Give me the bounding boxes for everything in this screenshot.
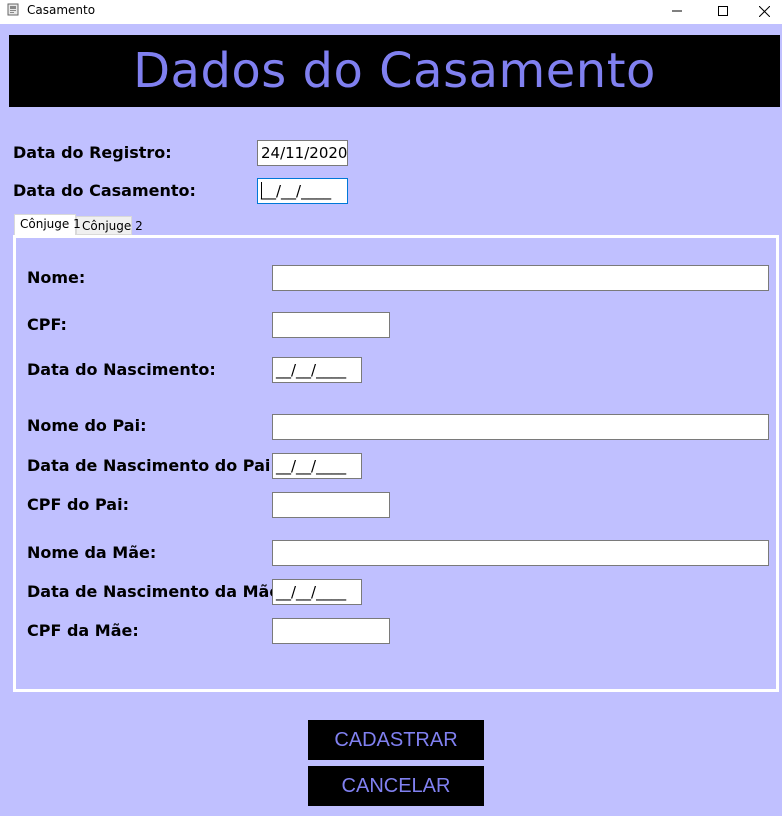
cpf-mae-label: CPF da Mãe: <box>27 621 139 640</box>
maximize-icon <box>718 6 728 16</box>
nome-pai-field[interactable] <box>272 414 769 440</box>
cpf-field[interactable] <box>272 312 390 338</box>
close-icon <box>758 5 770 17</box>
nome-mae-label: Nome da Mãe: <box>27 543 157 562</box>
nascimento-mae-label: Data de Nascimento da Mãe: <box>27 582 287 601</box>
cancelar-button[interactable]: CANCELAR <box>308 766 484 806</box>
maximize-button[interactable] <box>700 0 746 22</box>
data-casamento-field[interactable]: __/__/____ <box>257 178 348 204</box>
data-registro-label: Data do Registro: <box>13 143 172 162</box>
window-title: Casamento <box>27 3 96 17</box>
nascimento-field[interactable]: __/__/____ <box>272 357 362 383</box>
cpf-mae-field[interactable] <box>272 618 390 644</box>
cpf-pai-label: CPF do Pai: <box>27 495 129 514</box>
minimize-icon <box>672 10 682 12</box>
close-button[interactable] <box>746 0 782 22</box>
tab-conjuge-1[interactable]: Cônjuge 1 <box>14 214 81 235</box>
cpf-pai-field[interactable] <box>272 492 390 518</box>
nome-mae-field[interactable] <box>272 540 769 566</box>
data-casamento-mask: __/__/____ <box>261 182 332 200</box>
nome-pai-label: Nome do Pai: <box>27 416 147 435</box>
window-titlebar: Casamento <box>0 0 782 24</box>
nascimento-pai-field[interactable]: __/__/____ <box>272 453 362 479</box>
nascimento-pai-label: Data de Nascimento do Pai: <box>27 456 277 475</box>
nascimento-mae-field[interactable]: __/__/____ <box>272 579 362 605</box>
nascimento-label: Data do Nascimento: <box>27 360 216 379</box>
data-registro-field[interactable]: 24/11/2020 <box>257 140 348 166</box>
header-banner: Dados do Casamento <box>9 35 780 107</box>
app-icon <box>7 3 19 16</box>
cpf-label: CPF: <box>27 315 67 334</box>
data-casamento-label: Data do Casamento: <box>13 181 196 200</box>
nome-field[interactable] <box>272 265 769 291</box>
nome-label: Nome: <box>27 268 86 287</box>
minimize-button[interactable] <box>654 0 700 22</box>
page-title: Dados do Casamento <box>133 43 656 99</box>
cadastrar-button[interactable]: CADASTRAR <box>308 720 484 760</box>
tab-conjuge-2[interactable]: Cônjuge 2 <box>76 216 143 235</box>
